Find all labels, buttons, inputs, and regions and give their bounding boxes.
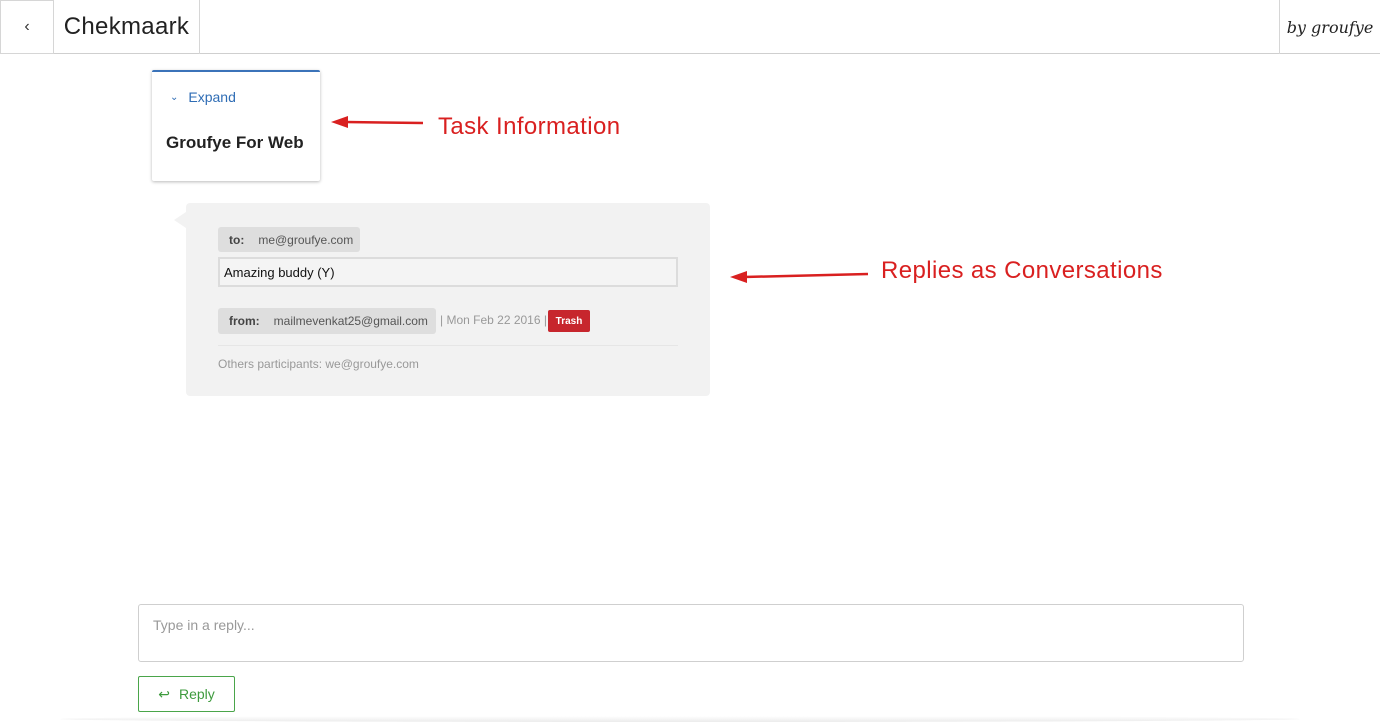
from-key: from: <box>229 314 260 328</box>
replies-arrow-icon <box>730 271 869 283</box>
divider <box>218 345 678 346</box>
reply-icon: ↩ <box>158 685 170 702</box>
to-key: to: <box>229 232 245 247</box>
reply-button-label: Reply <box>178 686 215 702</box>
bottom-shadow <box>60 716 1300 722</box>
from-pill: from: mailmevenkat25@gmail.com <box>218 308 436 334</box>
bubble-tail <box>174 212 186 228</box>
to-address: me@groufye.com <box>258 232 354 247</box>
other-participants: Others participants: we@groufye.com <box>218 357 419 371</box>
task-information-annotation: Task Information <box>438 113 621 140</box>
from-address: mailmevenkat25@gmail.com <box>273 314 428 328</box>
trash-button[interactable]: Trash <box>548 310 590 332</box>
message-date: | Mon Feb 22 2016 | <box>440 313 547 327</box>
message-body: Amazing buddy (Y) <box>218 257 678 287</box>
reply-input[interactable] <box>138 604 1244 662</box>
to-pill: to: me@groufye.com <box>218 227 360 252</box>
reply-button[interactable]: ↩ Reply <box>138 676 235 712</box>
task-arrow-icon <box>331 116 424 128</box>
replies-annotation: Replies as Conversations <box>881 257 1163 284</box>
